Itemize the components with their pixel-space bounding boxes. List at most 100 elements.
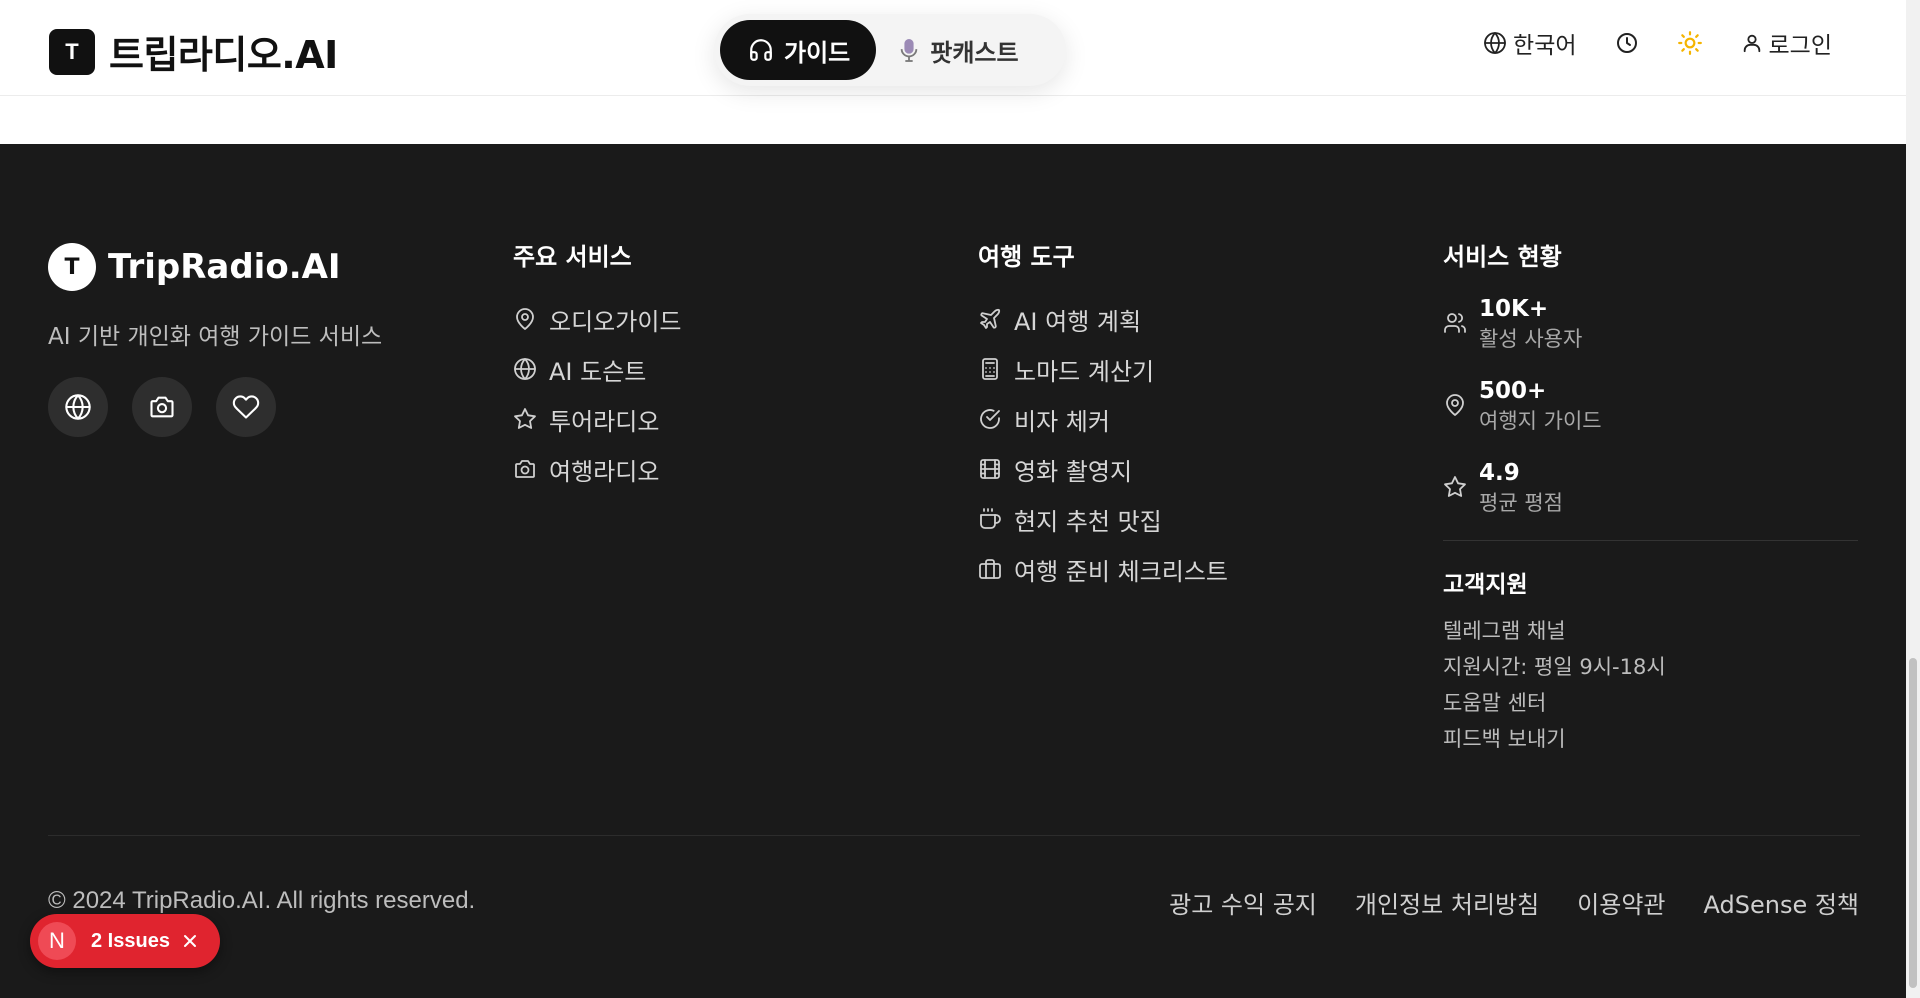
camera-icon <box>515 460 535 478</box>
history-button[interactable] <box>1615 31 1639 55</box>
site-logo[interactable]: T 트립라디오.AI <box>49 24 338 79</box>
footer-brand: T TripRadio.AI AI 기반 개인화 여행 가이드 서비스 <box>48 243 382 437</box>
stat-label: 여행지 가이드 <box>1479 409 1602 433</box>
legal-link-ad-notice[interactable]: 광고 수익 공지 <box>1169 885 1317 920</box>
tool-label: 현지 추천 맛집 <box>1014 507 1162 536</box>
tool-link-ai-plan[interactable]: AI 여행 계획 <box>978 294 1228 344</box>
clock-icon <box>1616 33 1637 53</box>
service-label: 여행라디오 <box>549 457 660 486</box>
footer-divider <box>48 835 1860 836</box>
issues-count-label: 2 Issues <box>91 929 170 952</box>
service-link-travel-radio[interactable]: 여행라디오 <box>513 444 681 494</box>
microphone-icon <box>901 39 918 62</box>
service-link-tour-radio[interactable]: 투어라디오 <box>513 394 681 444</box>
camera-icon <box>150 396 174 418</box>
language-label: 한국어 <box>1513 33 1577 59</box>
heart-icon <box>232 395 260 419</box>
tool-label: 노마드 계산기 <box>1014 357 1155 386</box>
tab-guide[interactable]: 가이드 <box>720 20 877 80</box>
stat-active-users: 10K+ 활성 사용자 <box>1443 294 1863 354</box>
map-pin-icon <box>1446 394 1464 416</box>
footer-brand-name: TripRadio.AI <box>108 247 341 287</box>
support-link-telegram[interactable]: 텔레그램 채널 <box>1443 613 1863 649</box>
coffee-icon <box>980 508 1001 529</box>
issues-logo: N <box>38 922 76 960</box>
star-icon <box>1444 476 1466 497</box>
footer-logo[interactable]: T TripRadio.AI <box>48 243 382 291</box>
services-title: 주요 서비스 <box>513 243 632 271</box>
status-divider <box>1443 540 1858 541</box>
tool-link-local-restaurants[interactable]: 현지 추천 맛집 <box>978 494 1228 544</box>
page-scrollbar[interactable] <box>1906 0 1920 998</box>
login-label: 로그인 <box>1768 33 1832 59</box>
social-links <box>48 377 382 437</box>
support-link-feedback[interactable]: 피드백 보내기 <box>1443 721 1863 757</box>
service-link-audio-guide[interactable]: 오디오가이드 <box>513 294 681 344</box>
tool-link-travel-checklist[interactable]: 여행 준비 체크리스트 <box>978 544 1228 594</box>
theme-toggle-button[interactable] <box>1677 30 1703 56</box>
legal-link-privacy[interactable]: 개인정보 처리방침 <box>1355 885 1539 920</box>
services-column: 주요 서비스 오디오가이드 AI 도슨트 투어라디오 여행라디오 <box>513 237 681 494</box>
status-column: 서비스 현황 10K+ 활성 사용자 500+ 여행지 가이드 4.9 평균 평… <box>1443 237 1863 757</box>
tool-link-visa-checker[interactable]: 비자 체커 <box>978 394 1228 444</box>
header-actions: 한국어 로그인 <box>1483 26 1832 60</box>
support-list: 텔레그램 채널 지원시간: 평일 9시-18시 도움말 센터 피드백 보내기 <box>1443 613 1863 757</box>
film-icon <box>980 459 1000 479</box>
briefcase-icon <box>979 559 1001 579</box>
mode-switcher: 가이드 팟캐스트 <box>714 14 1066 86</box>
tab-guide-label: 가이드 <box>784 38 851 67</box>
tab-podcast[interactable]: 팟캐스트 <box>876 20 1036 80</box>
stat-value: 500+ <box>1479 378 1547 404</box>
check-circle-icon <box>980 409 1000 429</box>
social-favorite-button[interactable] <box>216 377 276 437</box>
login-button[interactable]: 로그인 <box>1741 26 1832 60</box>
legal-links: 광고 수익 공지 개인정보 처리방침 이용약관 AdSense 정책 <box>1169 885 1859 920</box>
support-link-help-center[interactable]: 도움말 센터 <box>1443 685 1863 721</box>
footer-tagline: AI 기반 개인화 여행 가이드 서비스 <box>48 324 383 350</box>
tool-link-nomad-calculator[interactable]: 노마드 계산기 <box>978 344 1228 394</box>
service-label: 오디오가이드 <box>549 307 682 336</box>
user-icon <box>1743 34 1760 53</box>
tab-podcast-label: 팟캐스트 <box>930 38 1019 67</box>
service-link-ai-docent[interactable]: AI 도슨트 <box>513 344 681 394</box>
headphones-icon <box>750 39 772 61</box>
logo-mark: T <box>49 28 95 75</box>
service-label: 투어라디오 <box>549 407 660 436</box>
support-title: 고객지원 <box>1443 572 1528 598</box>
globe-icon <box>65 394 91 420</box>
tool-label: 비자 체커 <box>1014 407 1110 436</box>
copyright-text: © 2024 TripRadio.AI. All rights reserved… <box>48 887 476 914</box>
close-issues-button[interactable] <box>182 933 198 949</box>
site-footer: T TripRadio.AI AI 기반 개인화 여행 가이드 서비스 주요 서… <box>0 144 1906 998</box>
stat-label: 활성 사용자 <box>1479 327 1583 351</box>
status-title: 서비스 현황 <box>1443 243 1562 271</box>
map-pin-icon <box>516 308 534 330</box>
star-icon <box>514 408 536 429</box>
sun-icon <box>1677 31 1702 55</box>
tools-column: 여행 도구 AI 여행 계획 노마드 계산기 비자 체커 영화 촬영지 현지 추… <box>978 237 1228 594</box>
tools-title: 여행 도구 <box>978 243 1075 271</box>
logo-text: 트립라디오.AI <box>109 33 338 77</box>
users-icon <box>1444 313 1466 333</box>
close-icon <box>183 935 196 947</box>
calculator-icon <box>982 358 998 380</box>
top-header: T 트립라디오.AI 가이드 팟캐스트 한국어 로그인 <box>0 0 1906 96</box>
social-instagram-button[interactable] <box>132 377 192 437</box>
issues-badge[interactable]: N 2 Issues <box>30 914 220 968</box>
stat-value: 4.9 <box>1479 460 1520 486</box>
language-button[interactable]: 한국어 <box>1483 26 1577 60</box>
tool-link-film-locations[interactable]: 영화 촬영지 <box>978 444 1228 494</box>
globe-icon <box>514 358 536 380</box>
stat-value: 10K+ <box>1479 296 1549 322</box>
tool-label: AI 여행 계획 <box>1014 307 1142 336</box>
plane-icon <box>980 308 1001 329</box>
scrollbar-thumb[interactable] <box>1909 658 1917 988</box>
stat-destination-guides: 500+ 여행지 가이드 <box>1443 376 1863 436</box>
stat-average-rating: 4.9 평균 평점 <box>1443 458 1863 518</box>
service-label: AI 도슨트 <box>549 357 647 386</box>
legal-link-adsense[interactable]: AdSense 정책 <box>1704 885 1860 920</box>
legal-link-terms[interactable]: 이용약관 <box>1577 885 1665 920</box>
stat-label: 평균 평점 <box>1479 491 1563 515</box>
social-website-button[interactable] <box>48 377 108 437</box>
tool-label: 영화 촬영지 <box>1014 457 1133 486</box>
